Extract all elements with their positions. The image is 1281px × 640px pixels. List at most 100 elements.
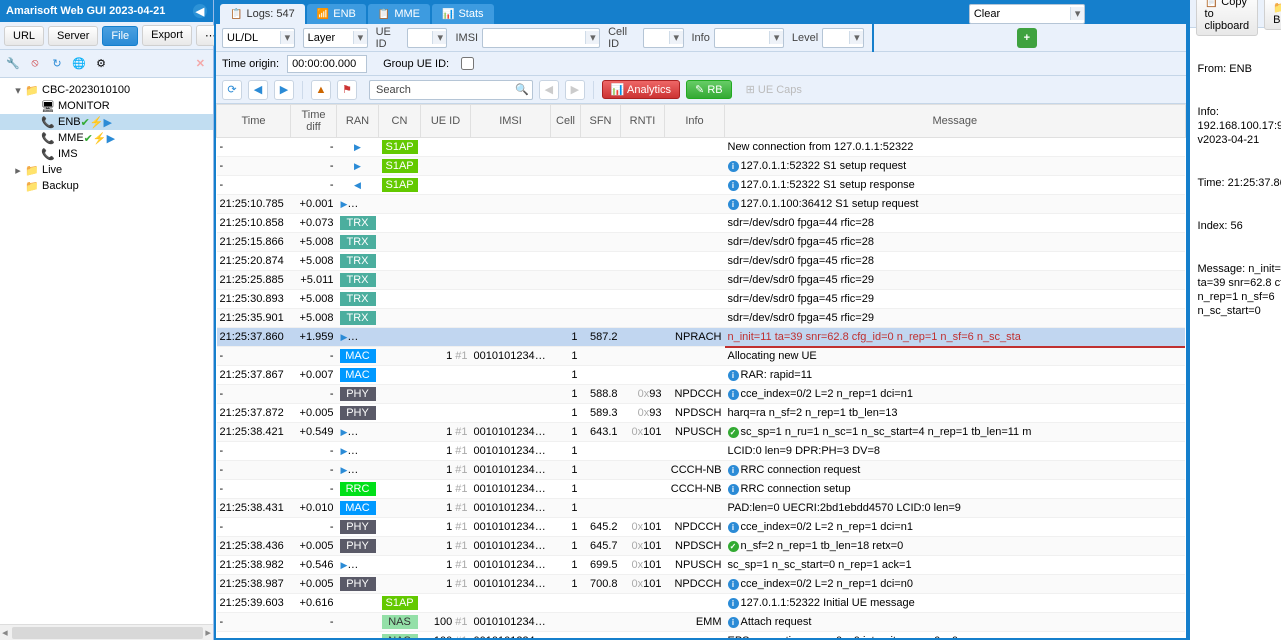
- table-row[interactable]: 21:25:10.858+0.073TRXsdr=/dev/sdr0 fpga=…: [217, 214, 1186, 233]
- table-row[interactable]: 21:25:37.872+0.005PHY◀1589.30x93NPDSCHha…: [217, 404, 1186, 423]
- refresh-icon[interactable]: ↻: [48, 55, 66, 73]
- uldl-filter[interactable]: UL/DL▾: [222, 28, 295, 48]
- server-button[interactable]: Server: [48, 26, 98, 46]
- table-row[interactable]: --▶S1APi127.0.1.1:52322 S1 setup request: [217, 157, 1186, 176]
- cellid-filter[interactable]: ▾: [643, 28, 683, 48]
- folder-icon: 🖥: [40, 100, 56, 113]
- export-button[interactable]: Export: [142, 25, 192, 46]
- ueid-label: UE ID: [376, 26, 404, 50]
- wrench-icon[interactable]: 🔧: [4, 55, 22, 73]
- search-next-button[interactable]: ▶: [565, 80, 585, 100]
- tab[interactable]: 📋MME: [368, 4, 430, 24]
- analytics-button[interactable]: 📊 Analytics: [602, 80, 680, 99]
- column-header[interactable]: Time: [217, 105, 291, 138]
- column-header[interactable]: Cell: [551, 105, 581, 138]
- column-header[interactable]: Time diff: [291, 105, 337, 138]
- column-header[interactable]: IMSI: [471, 105, 551, 138]
- left-scrollbar[interactable]: ◂ ▸: [0, 624, 213, 640]
- log-grid-wrap[interactable]: TimeTime diffRANCNUE IDIMSICellSFNRNTIIn…: [216, 104, 1186, 638]
- table-row[interactable]: --NAS100 #1001010123456789EPS encryption…: [217, 632, 1186, 639]
- tab-icon: 📊: [442, 9, 454, 20]
- table-row[interactable]: --▶RRC1 #10010101234567891CCCH-NBiRRC co…: [217, 461, 1186, 480]
- table-row[interactable]: --PHY◀1 #10010101234567891645.20x101NPDC…: [217, 518, 1186, 537]
- level-filter[interactable]: ▾: [822, 28, 864, 48]
- tree-item[interactable]: 📞IMS: [0, 146, 213, 162]
- table-row[interactable]: 21:25:38.982+0.546▶PHY1 #100101012345678…: [217, 556, 1186, 575]
- table-row[interactable]: 21:25:35.901+5.008TRXsdr=/dev/sdr0 fpga=…: [217, 309, 1186, 328]
- table-row[interactable]: --▶MAC1 #10010101234567891LCID:0 len=9 D…: [217, 442, 1186, 461]
- table-row[interactable]: 21:25:15.866+5.008TRXsdr=/dev/sdr0 fpga=…: [217, 233, 1186, 252]
- tree-item[interactable]: 📞ENB ✔ ⚡ ▶: [0, 114, 213, 130]
- tab[interactable]: 📋Logs: 547: [220, 4, 305, 24]
- scroll-left-icon[interactable]: ◂: [0, 626, 10, 639]
- imsi-filter[interactable]: ▾: [482, 28, 600, 48]
- globe-icon[interactable]: 🌐: [70, 55, 88, 73]
- column-header[interactable]: Info: [665, 105, 725, 138]
- collapse-left-button[interactable]: ◀: [193, 4, 207, 18]
- clear-button[interactable]: Clear▾: [969, 4, 1085, 24]
- table-row[interactable]: 21:25:37.860+1.959▶PHY1587.2NPRACHn_init…: [217, 328, 1186, 347]
- column-header[interactable]: RNTI: [621, 105, 665, 138]
- table-row[interactable]: 21:25:30.893+5.008TRXsdr=/dev/sdr0 fpga=…: [217, 290, 1186, 309]
- column-header[interactable]: SFN: [581, 105, 621, 138]
- rb-button[interactable]: ✎ RB: [686, 80, 732, 99]
- time-origin-input[interactable]: [287, 55, 367, 73]
- browse-button[interactable]: 📁 Browse: [1264, 0, 1281, 30]
- tab[interactable]: 📶ENB: [307, 4, 366, 24]
- table-row[interactable]: --◀S1APi127.0.1.1:52322 S1 setup respons…: [217, 176, 1186, 195]
- table-row[interactable]: 21:25:38.987+0.005PHY◀1 #100101012345678…: [217, 575, 1186, 594]
- scroll-thumb[interactable]: [12, 627, 203, 639]
- column-header[interactable]: Message: [725, 105, 1186, 138]
- table-row[interactable]: --NAS100 #1001010123456789EMMiAttach req…: [217, 613, 1186, 632]
- table-row[interactable]: 21:25:38.431+0.010MAC◀1 #100101012345678…: [217, 499, 1186, 518]
- tree-label: MONITOR: [58, 100, 110, 112]
- table-row[interactable]: 21:25:39.603+0.616S1AP▶i127.0.1.1:52322 …: [217, 594, 1186, 613]
- column-header[interactable]: CN: [379, 105, 421, 138]
- flag-icon[interactable]: ⚑: [337, 80, 357, 100]
- folder-icon: 📞: [40, 148, 56, 161]
- tab[interactable]: 📊 Stats: [432, 4, 494, 24]
- column-header[interactable]: UE ID: [421, 105, 471, 138]
- table-row[interactable]: 21:25:20.874+5.008TRXsdr=/dev/sdr0 fpga=…: [217, 252, 1186, 271]
- tree-item[interactable]: ▸📁Live: [0, 162, 213, 178]
- table-row[interactable]: 21:25:38.421+0.549▶PHY1 #100101012345678…: [217, 423, 1186, 442]
- table-row[interactable]: 21:25:25.885+5.011TRXsdr=/dev/sdr0 fpga=…: [217, 271, 1186, 290]
- tree-item[interactable]: 📁Backup: [0, 178, 213, 194]
- column-header[interactable]: RAN: [337, 105, 379, 138]
- table-row[interactable]: --RRC◀1 #10010101234567891CCCH-NBiRRC co…: [217, 480, 1186, 499]
- warning-icon[interactable]: ▲: [311, 80, 331, 100]
- table-row[interactable]: 21:25:38.436+0.005PHY◀1 #100101012345678…: [217, 537, 1186, 556]
- settings-icon[interactable]: ⚙: [92, 55, 110, 73]
- search-icon[interactable]: 🔍: [512, 83, 532, 96]
- tab-label: Stats: [458, 8, 483, 20]
- url-button[interactable]: URL: [4, 26, 44, 46]
- add-filter-button[interactable]: +: [1017, 28, 1037, 48]
- search-prev-button[interactable]: ◀: [539, 80, 559, 100]
- nav-prev-button[interactable]: ◀: [248, 80, 268, 100]
- tree-item[interactable]: ▾📁CBC-2023010100: [0, 82, 213, 98]
- scroll-right-icon[interactable]: ▸: [203, 626, 213, 639]
- nav-next-button[interactable]: ▶: [274, 80, 294, 100]
- info-filter[interactable]: ▾: [714, 28, 784, 48]
- tree-item[interactable]: 📞MME ✔ ⚡ ▶: [0, 130, 213, 146]
- status-icon: ✔: [81, 116, 90, 129]
- file-button[interactable]: File: [102, 26, 138, 46]
- search-input[interactable]: [417, 81, 512, 99]
- left-header: Amarisoft Web GUI 2023-04-21 ◀: [0, 0, 213, 22]
- tree[interactable]: ▾📁CBC-2023010100🖥MONITOR📞ENB ✔ ⚡ ▶📞MME ✔…: [0, 78, 213, 624]
- group-ueid-checkbox[interactable]: [461, 57, 474, 70]
- table-row[interactable]: 21:25:10.785+0.001▶S1APi127.0.1.100:3641…: [217, 195, 1186, 214]
- stop-icon[interactable]: ⦸: [26, 55, 44, 73]
- grid-header-row: TimeTime diffRANCNUE IDIMSICellSFNRNTIIn…: [217, 105, 1186, 138]
- nav-first-button[interactable]: ⟳: [222, 80, 242, 100]
- tree-item[interactable]: 🖥MONITOR: [0, 98, 213, 114]
- ueid-filter[interactable]: ▾: [407, 28, 447, 48]
- table-row[interactable]: --▶S1APNew connection from 127.0.1.1:523…: [217, 138, 1186, 157]
- table-row[interactable]: 21:25:37.867+0.007MAC◀1iRAR: rapid=11: [217, 366, 1186, 385]
- close-icon[interactable]: ✕: [192, 57, 209, 70]
- table-row[interactable]: --PHY◀1588.80x93NPDCCHicce_index=0/2 L=2…: [217, 385, 1186, 404]
- layer-filter[interactable]: Layer▾: [303, 28, 368, 48]
- app-title: Amarisoft Web GUI 2023-04-21: [6, 5, 165, 17]
- table-row[interactable]: --MAC1 #10010101234567891Allocating new …: [217, 347, 1186, 366]
- detail-message: Message: n_init=11 ta=39 snr=62.8 cfg_id…: [1198, 262, 1281, 318]
